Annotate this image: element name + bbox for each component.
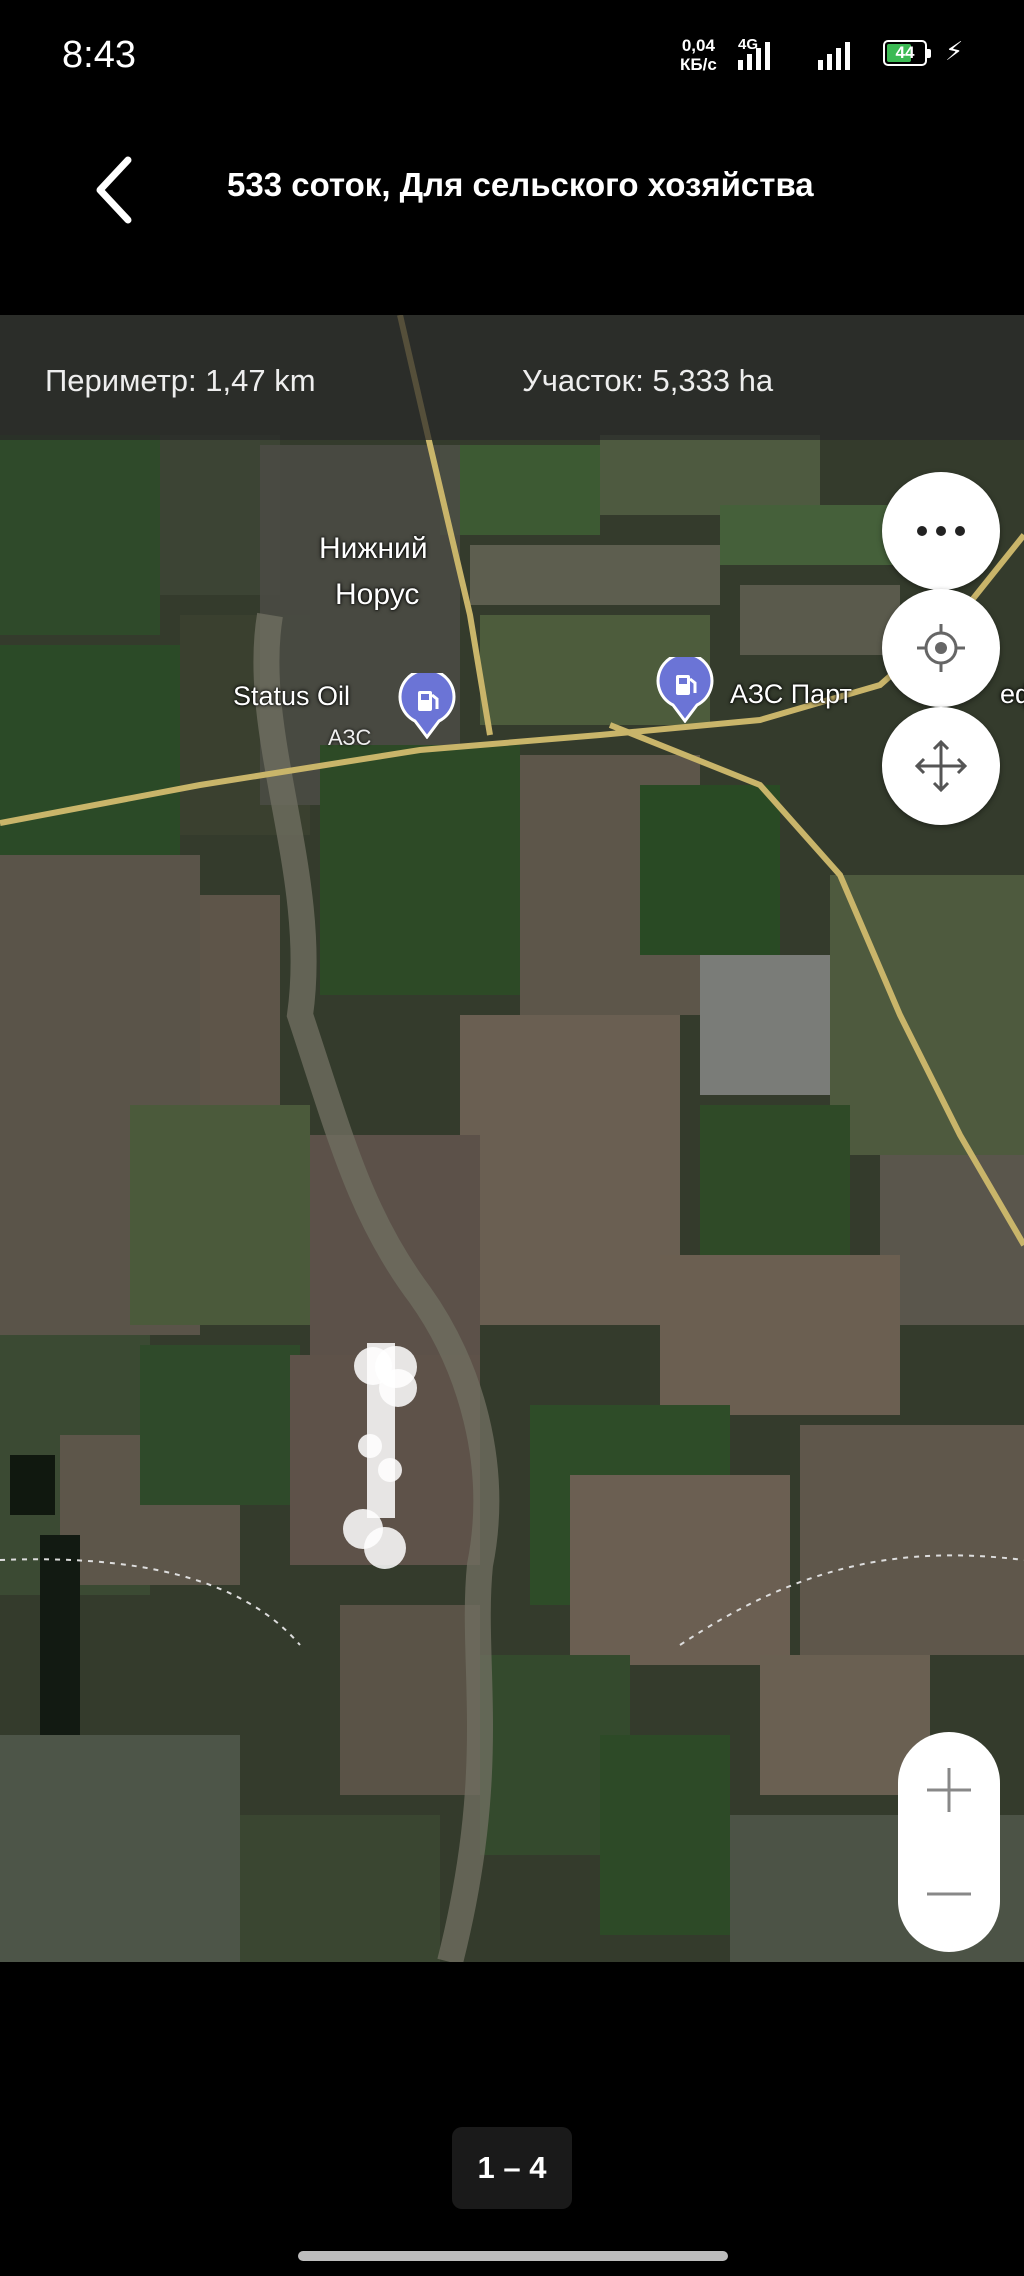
poi-status-oil-sublabel: АЗС [328,725,372,750]
plus-icon [927,1768,971,1812]
poi-azs-label[interactable]: АЗС Парт [730,679,852,710]
minus-icon [927,1892,971,1896]
network-speed: 0,04 КБ/с [680,36,717,74]
status-bar: 8:43 0,04 КБ/с 4G 44 ⚡ [0,0,1024,110]
network-speed-unit: КБ/с [680,55,717,74]
village-label-line2: Норус [335,578,420,611]
zoom-control [898,1732,1000,1952]
image-pager[interactable]: 1 – 4 [452,2127,572,2209]
zoom-out-button[interactable] [898,1844,1000,1944]
village-label-line1: Нижний [319,532,428,565]
signal-icon [738,40,770,70]
move-arrows-icon [914,739,968,793]
measurement-bar: Периметр: 1,47 km Участок: 5,333 ha [0,315,1024,440]
fit-plot-button[interactable] [882,707,1000,825]
more-dots-icon [917,526,965,536]
my-location-button[interactable] [882,589,1000,707]
poi-status-oil-label[interactable]: Status Oil [233,681,350,712]
zoom-in-button[interactable] [898,1740,1000,1840]
signal-icon-2 [818,40,850,70]
battery-level: 44 [895,43,915,62]
page-title: 533 соток, Для сельского хозяйства [227,166,814,203]
fuel-station-pin-icon[interactable] [398,668,456,740]
fuel-station-pin-icon-2[interactable] [656,652,714,724]
status-time: 8:43 [62,34,136,76]
satellite-map[interactable]: Периметр: 1,47 km Участок: 5,333 ha Нижн… [0,315,1024,1962]
locate-crosshair-icon [917,624,965,672]
perimeter-label: Периметр: 1,47 km [45,363,316,398]
back-button[interactable] [88,150,148,230]
area-label: Участок: 5,333 ha [522,363,774,398]
network-speed-value: 0,04 [681,36,715,55]
satellite-imagery [0,315,1024,1962]
home-indicator[interactable] [298,2251,728,2261]
charging-icon: ⚡ [945,36,964,66]
poi-azs-label-tail: еф [1000,679,1024,709]
more-options-button[interactable] [882,472,1000,590]
battery-icon: 44 [883,40,931,66]
chevron-left-icon [96,156,132,224]
